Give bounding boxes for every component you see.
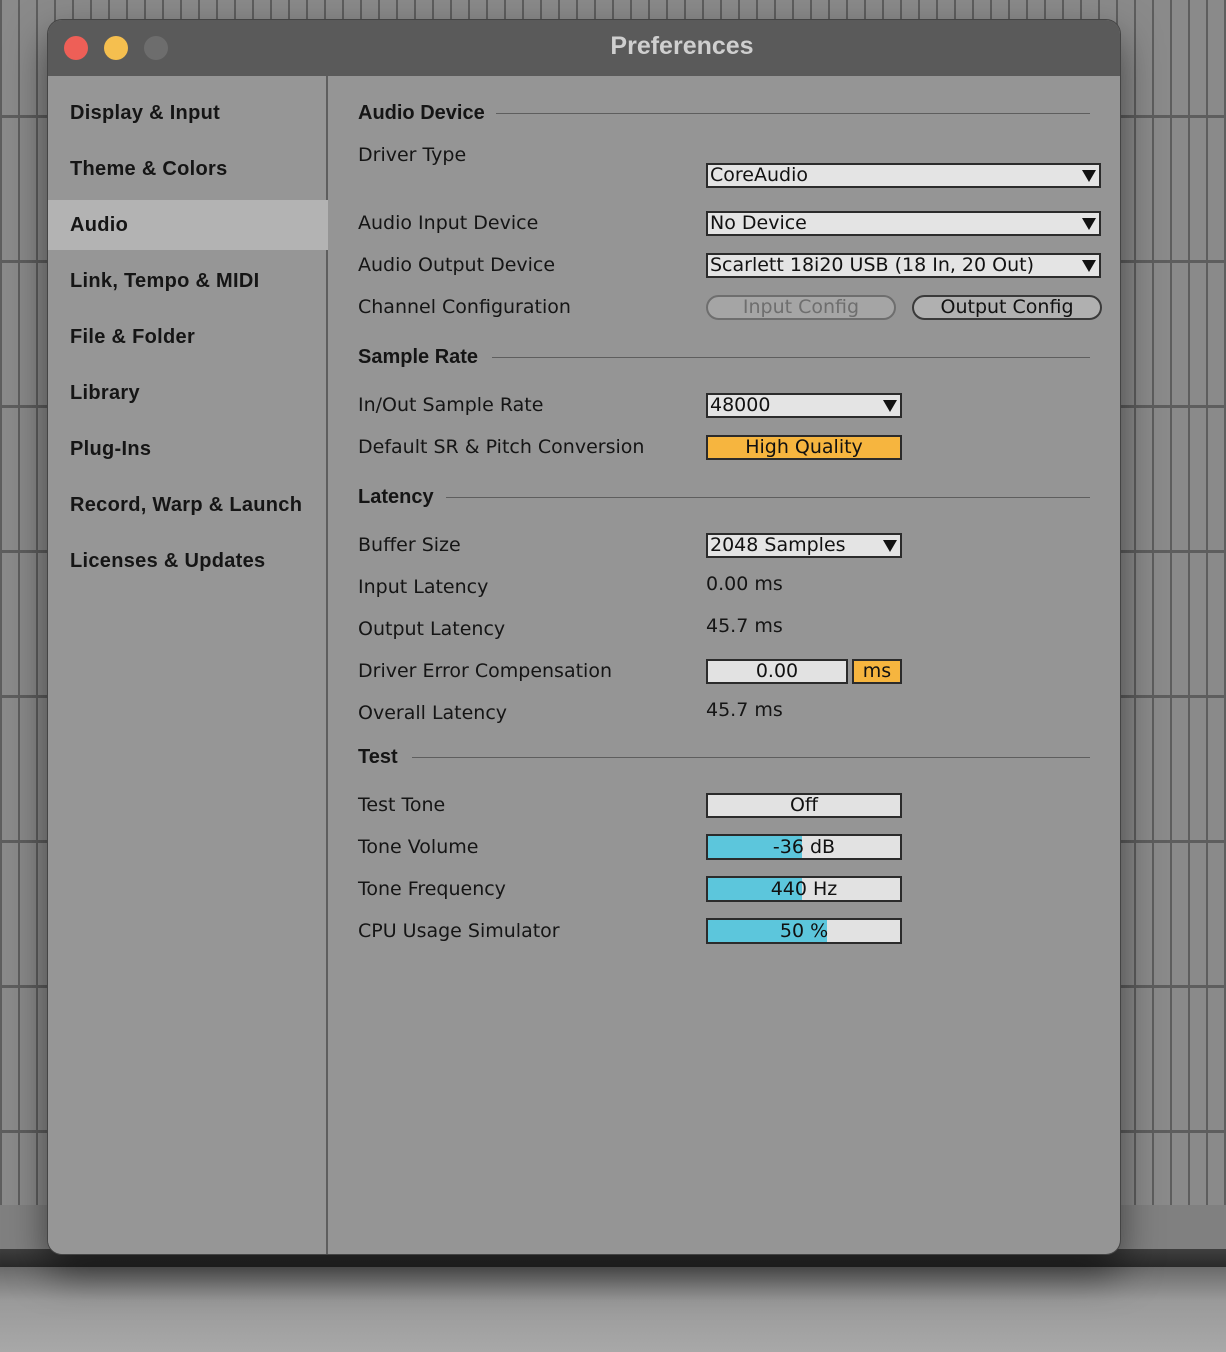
section-divider — [446, 497, 1090, 498]
driver-error-compensation-label: Driver Error Compensation — [358, 660, 612, 682]
sidebar-item-link-tempo-midi[interactable]: Link, Tempo & MIDI — [48, 256, 328, 306]
high-quality-toggle[interactable]: High Quality — [706, 435, 902, 460]
sample-rate-dropdown[interactable]: 48000 — [706, 393, 902, 418]
tone-volume-value: -36 dB — [772, 836, 836, 858]
tone-frequency-label: Tone Frequency — [358, 878, 506, 900]
dropdown-arrow-icon — [1082, 218, 1096, 230]
buffer-size-value: 2048 Samples — [710, 534, 846, 556]
audio-settings-panel: Audio Device Driver Type CoreAudio Audio… — [330, 76, 1120, 1254]
in-out-sample-rate-label: In/Out Sample Rate — [358, 394, 544, 416]
preferences-sidebar: Display & Input Theme & Colors Audio Lin… — [48, 76, 328, 1254]
tone-frequency-slider[interactable]: 440 Hz — [706, 876, 902, 902]
tone-volume-slider[interactable]: -36 dB — [706, 834, 902, 860]
test-tone-label: Test Tone — [358, 794, 446, 816]
section-heading-test: Test — [358, 746, 398, 768]
driver-type-value: CoreAudio — [710, 164, 808, 186]
audio-input-device-value: No Device — [710, 212, 807, 234]
tone-volume-label: Tone Volume — [358, 836, 479, 858]
output-latency-value: 45.7 ms — [706, 615, 783, 637]
sidebar-item-record-warp-launch[interactable]: Record, Warp & Launch — [48, 480, 328, 530]
output-latency-label: Output Latency — [358, 618, 506, 640]
audio-output-device-label: Audio Output Device — [358, 254, 556, 276]
sr-pitch-conversion-label: Default SR & Pitch Conversion — [358, 436, 645, 458]
sidebar-item-audio[interactable]: Audio — [48, 200, 328, 250]
window-title: Preferences — [610, 32, 754, 60]
sidebar-item-file-folder[interactable]: File & Folder — [48, 312, 328, 362]
cpu-usage-simulator-label: CPU Usage Simulator — [358, 920, 560, 942]
driver-error-compensation-input[interactable]: 0.00 — [706, 659, 848, 684]
input-latency-value: 0.00 ms — [706, 573, 783, 595]
section-divider — [492, 357, 1090, 358]
cpu-usage-simulator-slider[interactable]: 50 % — [706, 918, 902, 944]
sidebar-item-licenses-updates[interactable]: Licenses & Updates — [48, 536, 328, 586]
overall-latency-label: Overall Latency — [358, 702, 508, 724]
preferences-window: Preferences Display & Input Theme & Colo… — [48, 20, 1120, 1254]
section-divider — [412, 757, 1090, 758]
tone-frequency-value: 440 Hz — [770, 878, 838, 900]
buffer-size-dropdown[interactable]: 2048 Samples — [706, 533, 902, 558]
sample-rate-value: 48000 — [710, 394, 771, 416]
section-divider — [496, 113, 1090, 114]
sidebar-item-plug-ins[interactable]: Plug-Ins — [48, 424, 328, 474]
sidebar-item-library[interactable]: Library — [48, 368, 328, 418]
sidebar-item-theme-colors[interactable]: Theme & Colors — [48, 144, 328, 194]
dropdown-arrow-icon — [1082, 260, 1096, 272]
audio-output-device-value: Scarlett 18i20 USB (18 In, 20 Out) — [710, 254, 1035, 276]
audio-output-device-dropdown[interactable]: Scarlett 18i20 USB (18 In, 20 Out) — [706, 253, 1101, 278]
cpu-usage-value: 50 % — [779, 920, 829, 942]
input-latency-label: Input Latency — [358, 576, 489, 598]
section-heading-sample-rate: Sample Rate — [358, 346, 479, 368]
buffer-size-label: Buffer Size — [358, 534, 461, 556]
driver-type-label: Driver Type — [358, 144, 467, 166]
section-heading-latency: Latency — [358, 486, 434, 508]
audio-input-device-label: Audio Input Device — [358, 212, 539, 234]
title-bar[interactable]: Preferences — [48, 20, 1120, 76]
audio-input-device-dropdown[interactable]: No Device — [706, 211, 1101, 236]
ms-unit-toggle[interactable]: ms — [852, 659, 902, 684]
output-config-button[interactable]: Output Config — [912, 295, 1102, 320]
channel-configuration-label: Channel Configuration — [358, 296, 571, 318]
sidebar-item-display-input[interactable]: Display & Input — [48, 88, 328, 138]
overall-latency-value: 45.7 ms — [706, 699, 783, 721]
dropdown-arrow-icon — [1082, 170, 1096, 182]
section-heading-audio-device: Audio Device — [358, 102, 485, 124]
background-footer — [0, 1267, 1226, 1352]
driver-type-dropdown[interactable]: CoreAudio — [706, 163, 1101, 188]
dropdown-arrow-icon — [883, 540, 897, 552]
dropdown-arrow-icon — [883, 400, 897, 412]
test-tone-toggle[interactable]: Off — [706, 793, 902, 818]
input-config-button[interactable]: Input Config — [706, 295, 896, 320]
